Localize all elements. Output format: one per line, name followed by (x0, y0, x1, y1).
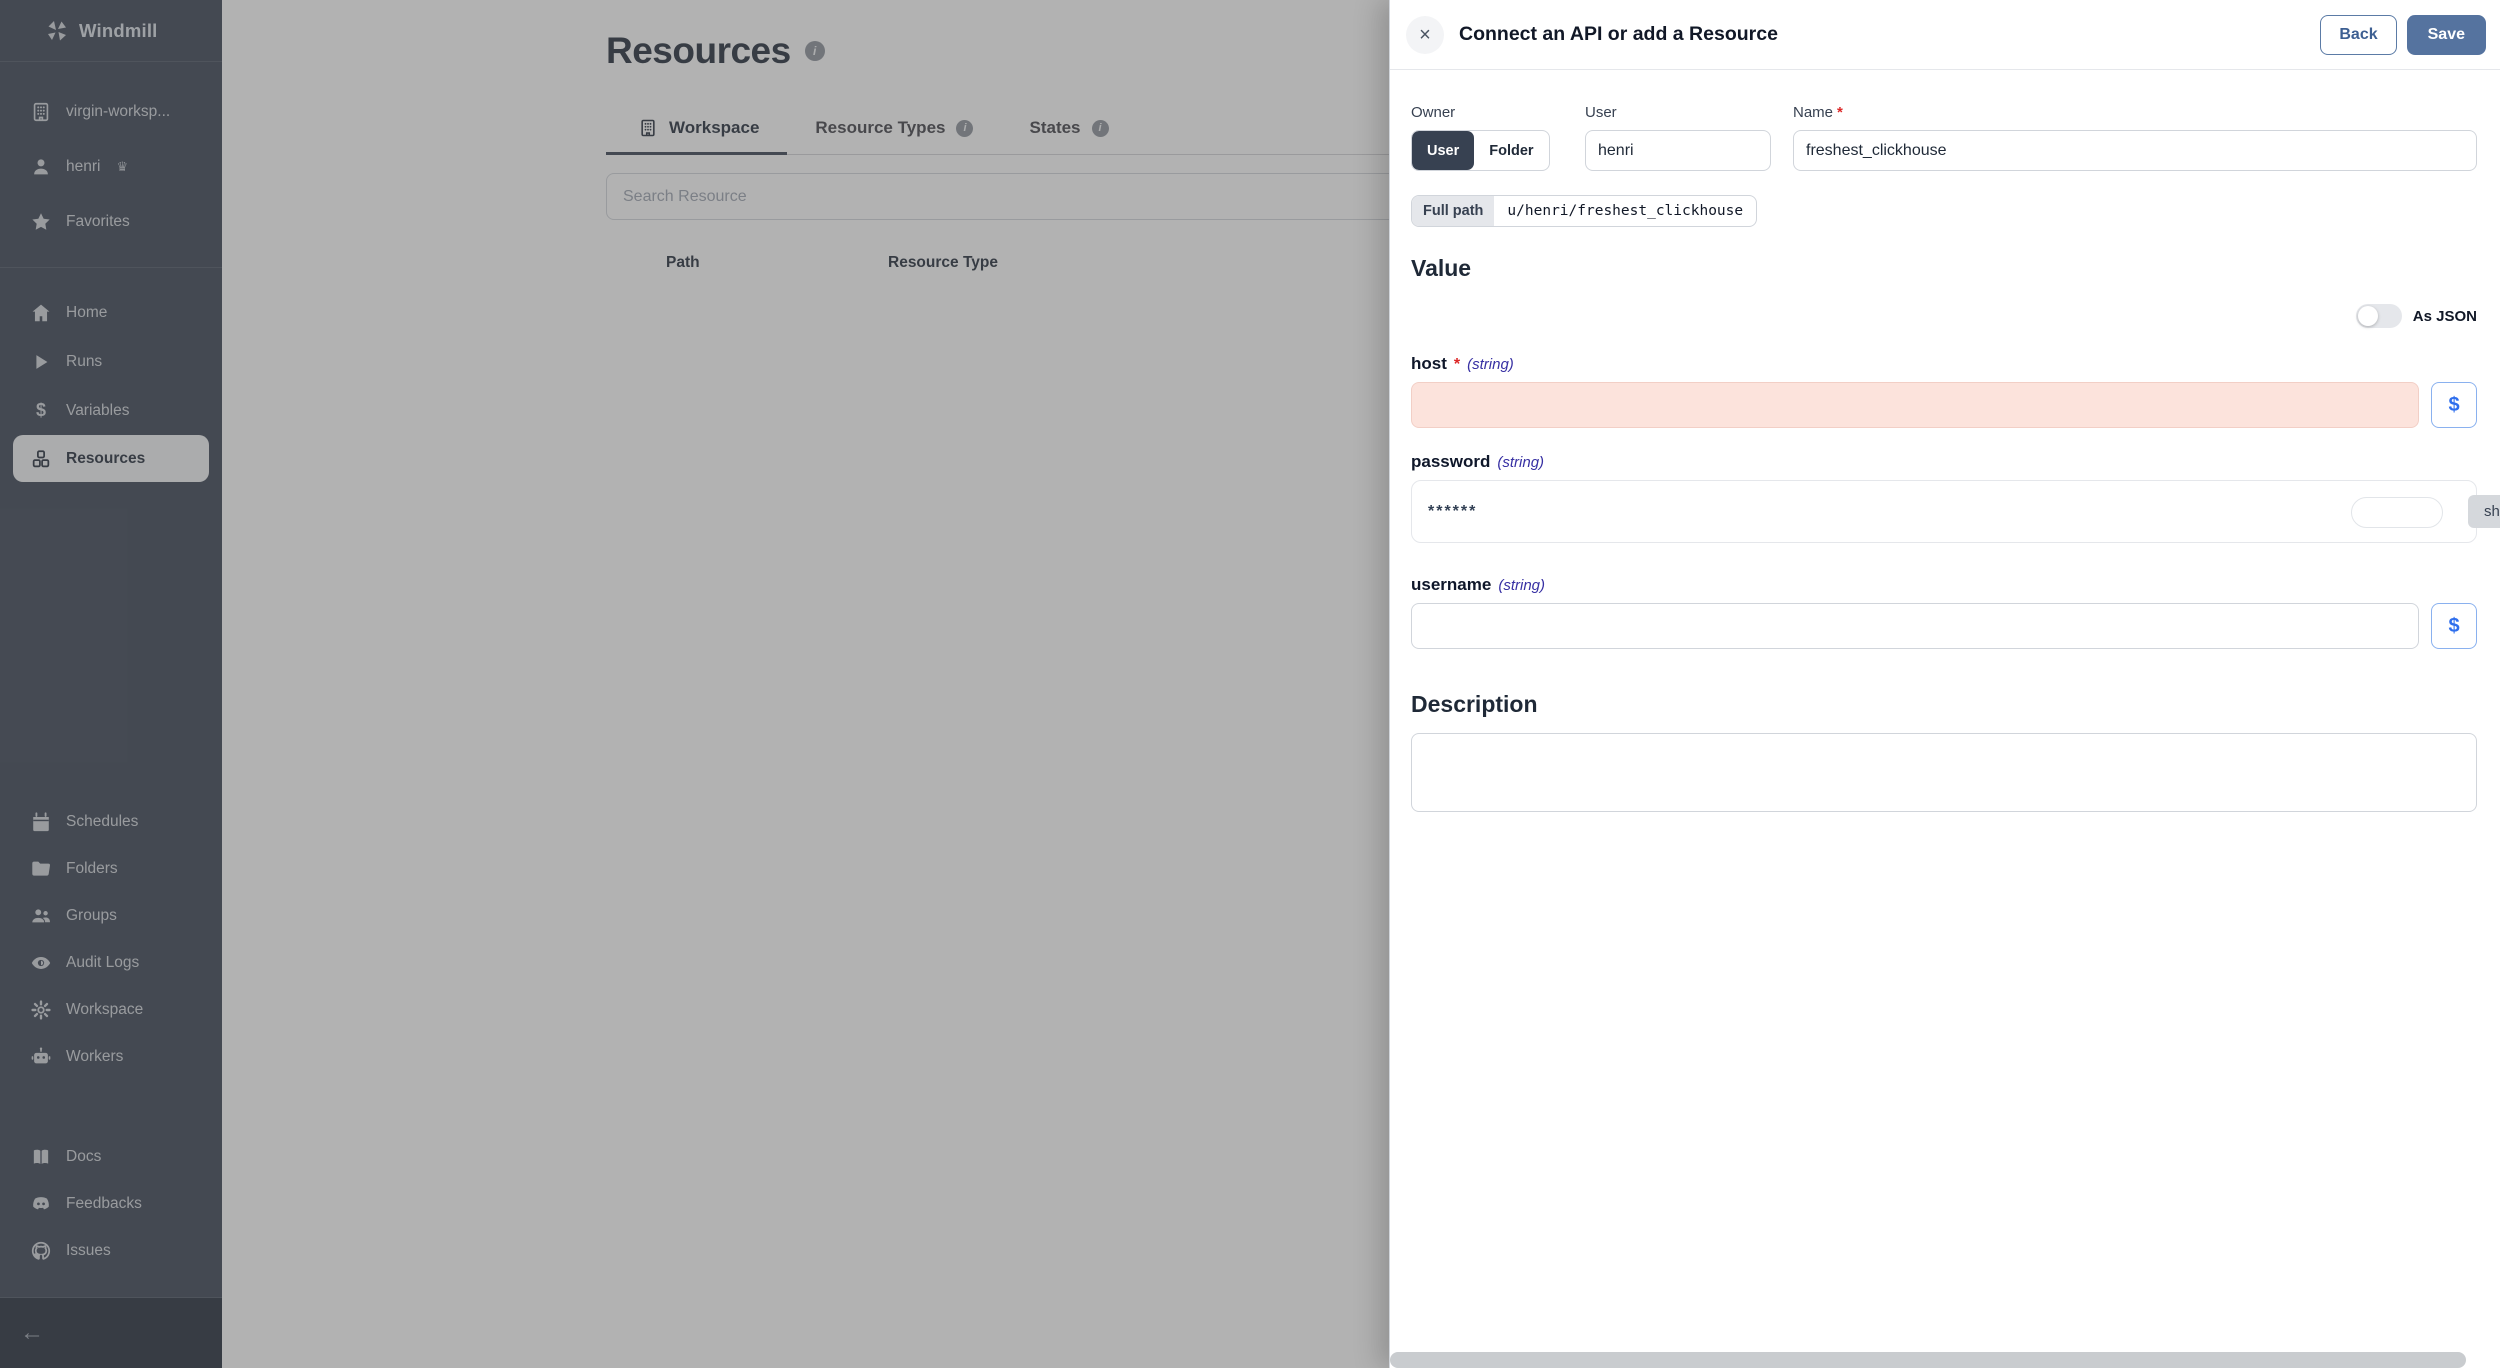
owner-option-folder[interactable]: Folder (1474, 131, 1548, 170)
as-json-toggle[interactable] (2355, 304, 2402, 328)
insert-variable-button[interactable]: $ (2431, 603, 2477, 649)
field-type-host: (string) (1467, 356, 1514, 373)
full-path-value: u/henri/freshest_clickhouse (1507, 203, 1744, 219)
field-group-password: password (string) ****** sh (1411, 452, 2500, 543)
username-input[interactable] (1411, 603, 2419, 649)
drawer-header: × Connect an API or add a Resource Back … (1390, 0, 2500, 70)
field-type-username: (string) (1498, 577, 1545, 594)
password-reveal-pill[interactable] (2351, 497, 2443, 528)
as-json-label: As JSON (2412, 307, 2477, 325)
close-icon[interactable]: × (1406, 15, 1444, 54)
field-group-username: username (string) $ (1411, 575, 2477, 649)
scrollbar-thumb[interactable] (1390, 1352, 2466, 1368)
field-name-host: host (1411, 354, 1447, 373)
full-path-label: Full path (1412, 196, 1495, 226)
horizontal-scrollbar (1390, 1352, 2500, 1368)
password-masked-value: ****** (1428, 502, 1478, 520)
field-type-password: (string) (1497, 454, 1545, 471)
name-field-input[interactable] (1793, 130, 2477, 171)
field-name-password: password (1411, 452, 1491, 471)
value-section-heading: Value (1411, 255, 1472, 281)
full-path-chip: Full path u/henri/freshest_clickhouse (1411, 195, 1758, 227)
owner-label: Owner (1411, 104, 1456, 121)
owner-toggle: User Folder (1411, 130, 1550, 171)
host-input[interactable] (1411, 382, 2419, 428)
name-field-label: Name (1793, 104, 1834, 121)
save-button[interactable]: Save (2406, 14, 2486, 55)
windmill-app: Windmill virgin-worksp... henri ♛ Favori… (0, 0, 2500, 1368)
drawer-title: Connect an API or add a Resource (1459, 23, 1778, 45)
required-asterisk: * (1837, 104, 1843, 121)
required-asterisk: * (1453, 356, 1461, 373)
user-field-input[interactable] (1585, 130, 1771, 171)
insert-variable-button[interactable]: $ (2431, 382, 2477, 428)
password-input[interactable]: ****** sh (1411, 480, 2500, 543)
drawer-body: Owner User Folder User Name * (1390, 70, 2500, 817)
show-password-button[interactable]: sh (2468, 495, 2500, 528)
resource-drawer: × Connect an API or add a Resource Back … (1389, 0, 2500, 1368)
description-textarea[interactable] (1411, 733, 2477, 812)
owner-option-user[interactable]: User (1412, 131, 1475, 170)
field-name-username: username (1411, 575, 1492, 594)
toggle-knob (2357, 306, 2378, 326)
back-button[interactable]: Back (2320, 14, 2397, 55)
field-group-host: host * (string) $ (1411, 354, 2477, 428)
description-heading: Description (1411, 691, 1538, 717)
user-field-label: User (1585, 104, 1617, 121)
